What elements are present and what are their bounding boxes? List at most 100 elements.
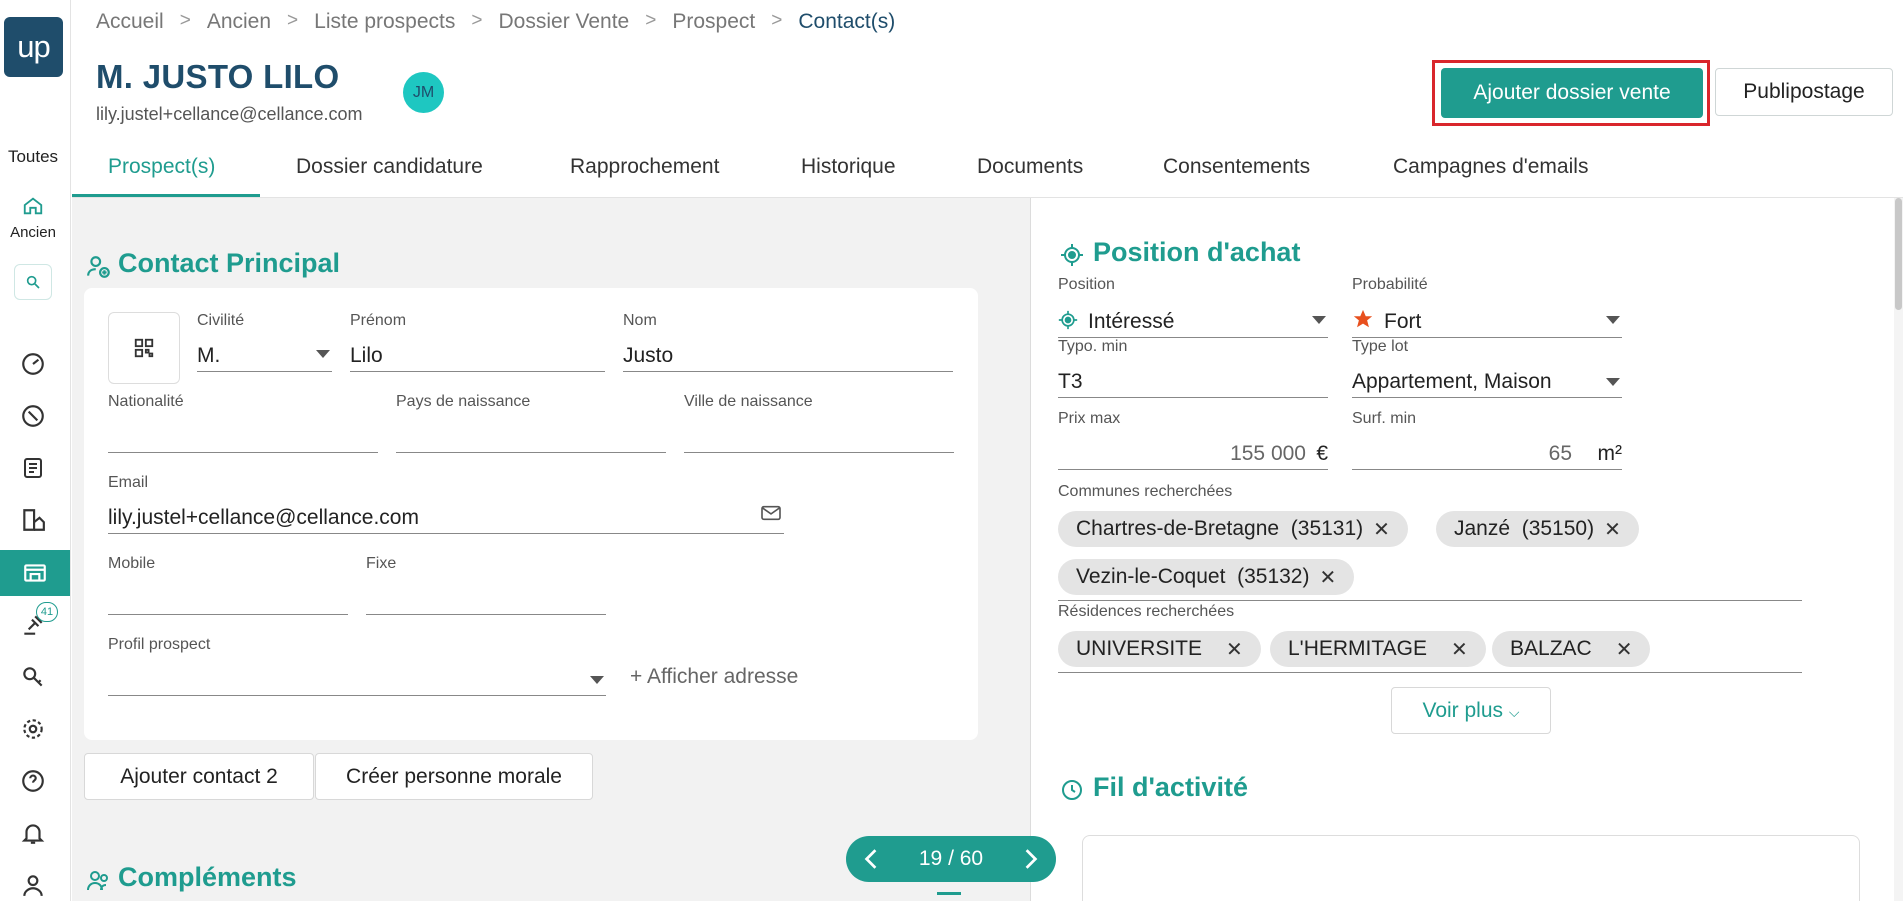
sidebar-home-label: Ancien [10,224,56,241]
tab-documents[interactable]: Documents [977,155,1083,179]
qr-code-button[interactable] [108,312,180,384]
target-icon [1061,244,1083,266]
position-select[interactable]: Position Intéressé [1058,276,1328,338]
app-logo[interactable]: up [4,17,63,77]
user-icon [23,875,43,896]
home-icon [23,197,43,215]
close-icon[interactable]: ✕ [1616,637,1633,662]
pays-naissance-field[interactable]: Pays de naissance [396,393,666,453]
close-icon[interactable]: ✕ [1604,517,1621,542]
prix-max-field[interactable]: Prix max 155 000 € [1058,410,1328,470]
breadcrumb-item[interactable]: Ancien [207,10,271,34]
active-tab-indicator [72,194,260,197]
chevron-left-icon[interactable] [862,848,880,870]
sidebar-item-keys[interactable] [18,662,48,692]
close-icon[interactable]: ✕ [1319,565,1336,590]
gear-icon [23,719,43,739]
tab-historique[interactable]: Historique [801,155,896,179]
residences-label: Résidences recherchées [1058,603,1235,620]
gauge-icon [22,353,44,375]
add-contact-2-button[interactable]: Ajouter contact 2 [84,753,314,800]
mobile-field[interactable]: Mobile [108,555,348,615]
contact-email-subtitle: lily.justel+cellance@cellance.com [96,104,363,124]
sidebar-item-property[interactable] [18,505,48,535]
avatar[interactable]: JM [403,72,444,113]
typo-min-field[interactable]: Typo. min T3 [1058,338,1328,398]
see-more-button[interactable]: Voir plus ⌵ [1391,687,1551,734]
panel-divider [1030,198,1031,901]
email-field[interactable]: Email lily.justel+cellance@cellance.com [108,474,784,534]
create-legal-entity-button[interactable]: Créer personne morale [315,753,593,800]
tab-campagnes-emails[interactable]: Campagnes d'emails [1393,155,1588,179]
nationalite-field[interactable]: Nationalité [108,393,378,453]
checklist-icon [24,458,42,478]
sidebar-item-help[interactable] [18,766,48,796]
user-plus-icon [87,256,110,278]
fixe-field[interactable]: Fixe [366,555,606,615]
help-icon [22,770,44,792]
caret-down-icon [1606,378,1620,386]
residence-chip: BALZAC ✕ [1492,631,1651,667]
mail-merge-button[interactable]: Publipostage [1715,68,1893,116]
communes-underline [1058,600,1802,601]
ville-naissance-field[interactable]: Ville de naissance [684,393,954,453]
sidebar-item-settings[interactable] [18,714,48,744]
sidebar-item-home[interactable]: Ancien [0,195,66,241]
prenom-field[interactable]: Prénom Lilo [350,312,605,372]
clock-icon [1062,780,1082,800]
caret-down-icon [590,676,604,684]
scrollbar[interactable] [1894,198,1903,901]
sidebar-toutes-label[interactable]: Toutes [0,147,66,167]
sidebar-item-notifications[interactable] [18,818,48,848]
probabilite-select[interactable]: Probabilité Fort [1352,276,1622,338]
scroll-indicator [937,892,961,895]
tab-prospects[interactable]: Prospect(s) [108,155,215,179]
chevron-right-icon[interactable] [1022,848,1040,870]
close-icon[interactable]: ✕ [1373,517,1390,542]
civilite-select[interactable]: Civilité M. [197,312,332,372]
page-title: M. JUSTO LILO [96,58,340,95]
chevron-right-icon: > [471,10,483,31]
type-lot-select[interactable]: Type lot Appartement, Maison [1352,338,1622,398]
tab-consentements[interactable]: Consentements [1163,155,1310,179]
breadcrumb-item[interactable]: Dossier Vente [499,10,630,34]
sidebar-item-compass[interactable] [18,401,48,431]
residence-chip: UNIVERSITE ✕ [1058,631,1261,667]
sidebar-item-active-prospects[interactable] [0,550,70,596]
add-sale-file-button[interactable]: Ajouter dossier vente [1441,68,1703,118]
compass-icon [22,405,44,427]
caret-down-icon [1312,316,1326,324]
contact-principal-title: Contact Principal [118,248,341,278]
communes-label: Communes recherchées [1058,483,1233,500]
activity-feed-box [1082,835,1860,901]
tab-dossier-candidature[interactable]: Dossier candidature [296,155,483,179]
breadcrumb-item[interactable]: Prospect [672,10,755,34]
sidebar-item-dashboard[interactable] [18,349,48,379]
breadcrumb-item[interactable]: Accueil [96,10,164,34]
show-address-link[interactable]: + Afficher adresse [630,665,798,689]
sidebar-item-list[interactable] [18,453,48,483]
house-document-icon [23,509,45,531]
mail-icon[interactable] [760,504,782,522]
tab-rapprochement[interactable]: Rapprochement [570,155,719,179]
chevron-right-icon: > [771,10,783,31]
complements-title: Compléments [118,862,297,892]
sidebar-search-button[interactable] [14,264,52,300]
caret-down-icon [1606,316,1620,324]
chevron-right-icon: > [179,10,191,31]
surf-min-field[interactable]: Surf. min 65 m² [1352,410,1622,470]
close-icon[interactable]: ✕ [1451,637,1468,662]
close-icon[interactable]: ✕ [1226,637,1243,662]
breadcrumb-item[interactable]: Liste prospects [314,10,455,34]
sidebar-item-profile[interactable] [18,870,48,900]
nom-field[interactable]: Nom Justo [623,312,953,372]
scrollbar-thumb[interactable] [1895,198,1902,310]
commune-chip: Chartres-de-Bretagne (35131) ✕ [1058,511,1408,547]
commune-chip: Vezin-le-Coquet (35132) ✕ [1058,559,1355,595]
activity-feed-title: Fil d'activité [1093,772,1248,802]
position-achat-title: Position d'achat [1093,237,1301,267]
keys-icon [23,667,43,687]
bell-icon [21,824,45,844]
profil-prospect-select[interactable]: Profil prospect [108,636,606,696]
storefront-icon [24,564,46,582]
